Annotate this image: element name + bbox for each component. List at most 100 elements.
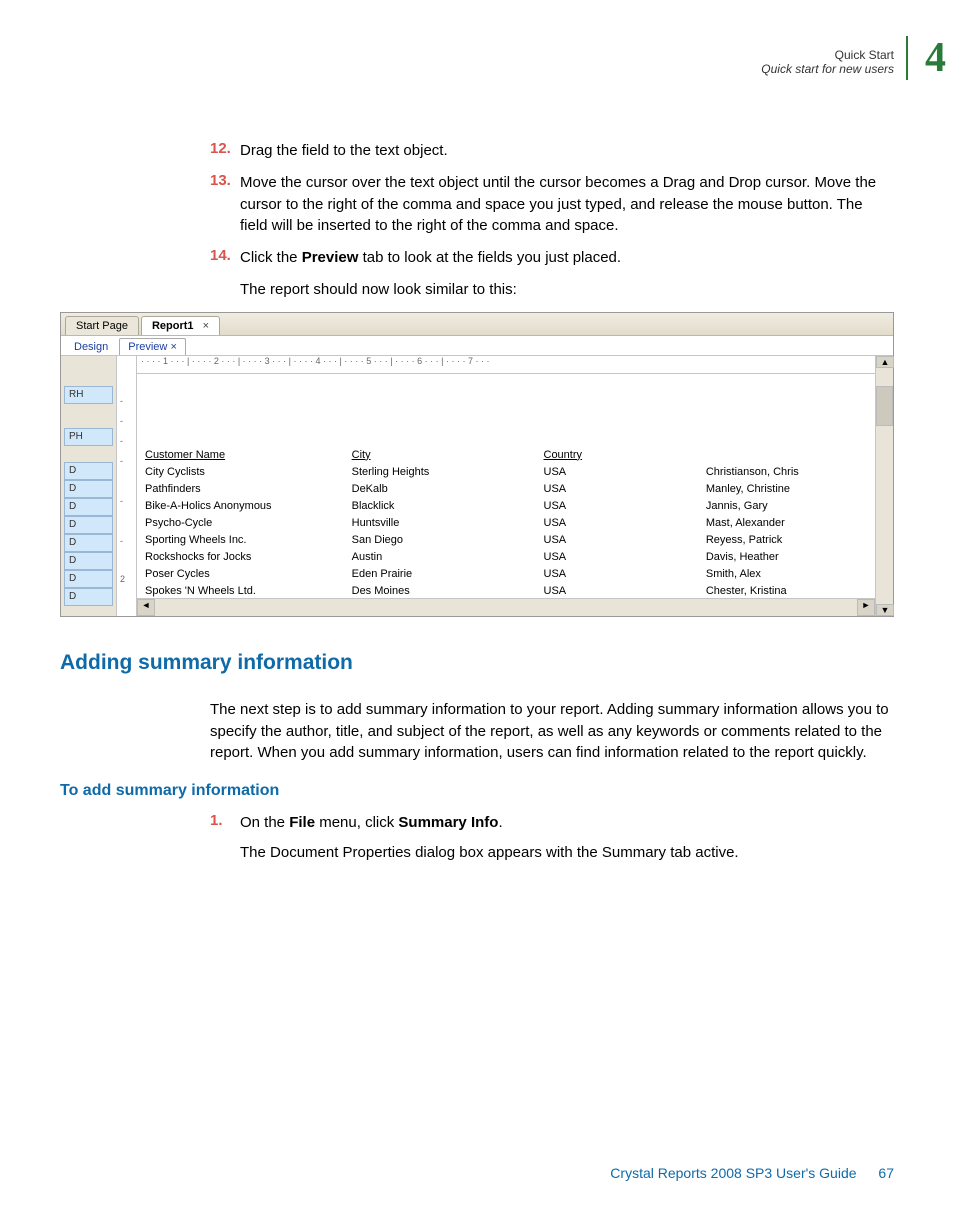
canvas-wrap: · · · · 1 · · · | · · · · 2 · · · | · · … — [137, 356, 875, 616]
table-row[interactable]: PathfindersDeKalbUSAManley, Christine — [137, 481, 875, 498]
footer-page-number: 67 — [878, 1165, 894, 1181]
cell: Smith, Alex — [698, 566, 875, 583]
step-text-bold: Preview — [302, 249, 359, 266]
ruler-tick: - — [120, 396, 123, 406]
cell: Rockshocks for Jocks — [137, 549, 344, 566]
step-text-bold: File — [289, 814, 315, 831]
cell: Davis, Heather — [698, 549, 875, 566]
scroll-left-icon[interactable]: ◄ — [137, 599, 155, 616]
section-d[interactable]: D — [64, 480, 113, 498]
footer-title: Crystal Reports 2008 SP3 User's Guide — [610, 1165, 856, 1181]
col-header[interactable] — [698, 446, 875, 464]
cell: DeKalb — [344, 481, 536, 498]
tab-report1[interactable]: Report1 × — [141, 316, 220, 335]
step-12: 12. Drag the field to the text object. — [210, 140, 894, 162]
step-number: 14. — [210, 247, 240, 269]
step-text: Move the cursor over the text object unt… — [240, 172, 894, 237]
section-d[interactable]: D — [64, 570, 113, 588]
section-d[interactable]: D — [64, 552, 113, 570]
scroll-down-icon[interactable]: ▼ — [876, 604, 894, 616]
cell: Bike-A-Holics Anonymous — [137, 498, 344, 515]
cell: Sterling Heights — [344, 464, 536, 481]
ruler-tick: - — [120, 496, 123, 506]
cell: Jannis, Gary — [698, 498, 875, 515]
report-body: RH PH D D D D D D D D - - - - - - 2 — [61, 356, 893, 616]
view-tab-row: Design Preview × — [61, 336, 893, 356]
cell: Eden Prairie — [344, 566, 536, 583]
cell: Blacklick — [344, 498, 536, 515]
sub-result-text: The Document Properties dialog box appea… — [240, 844, 894, 861]
section-d[interactable]: D — [64, 516, 113, 534]
step-1: 1. On the File menu, click Summary Info. — [210, 812, 894, 834]
tab-label: Preview — [128, 341, 167, 353]
cell: USA — [536, 498, 698, 515]
col-header[interactable]: City — [344, 446, 536, 464]
step-text-part: . — [498, 814, 502, 831]
section-heading: Adding summary information — [60, 651, 894, 675]
table-row[interactable]: Bike-A-Holics AnonymousBlacklickUSAJanni… — [137, 498, 875, 515]
step-14: 14. Click the Preview tab to look at the… — [210, 247, 894, 269]
cell: Des Moines — [344, 583, 536, 598]
section-d[interactable]: D — [64, 498, 113, 516]
step-text: Drag the field to the text object. — [240, 140, 448, 162]
table-row[interactable]: Spokes 'N Wheels Ltd.Des MoinesUSACheste… — [137, 583, 875, 598]
ruler-tick: 2 — [120, 574, 125, 584]
cell: Manley, Christine — [698, 481, 875, 498]
table-row[interactable]: Sporting Wheels Inc.San DiegoUSAReyess, … — [137, 532, 875, 549]
cell: City Cyclists — [137, 464, 344, 481]
scroll-up-icon[interactable]: ▲ — [876, 356, 894, 368]
breadcrumb-section: Quick Start — [761, 48, 894, 62]
close-icon[interactable]: × — [203, 320, 209, 332]
close-icon[interactable]: × — [170, 341, 176, 353]
section-d[interactable]: D — [64, 462, 113, 480]
step-number: 13. — [210, 172, 240, 237]
cell: Psycho-Cycle — [137, 515, 344, 532]
table-row[interactable]: Rockshocks for JocksAustinUSADavis, Heat… — [137, 549, 875, 566]
horizontal-scrollbar[interactable]: ◄ ► — [137, 598, 875, 616]
step-text-bold: Summary Info — [398, 814, 498, 831]
col-header[interactable]: Customer Name — [137, 446, 344, 464]
cell: Reyess, Patrick — [698, 532, 875, 549]
section-rh[interactable]: RH — [64, 386, 113, 404]
ruler-tick: - — [120, 436, 123, 446]
step-number: 1. — [210, 812, 240, 834]
steps-list-2: 1. On the File menu, click Summary Info. — [210, 812, 894, 834]
table-header-row: Customer Name City Country — [137, 446, 875, 464]
cell: Austin — [344, 549, 536, 566]
tab-design[interactable]: Design — [65, 338, 117, 355]
cell: USA — [536, 515, 698, 532]
table-row[interactable]: Psycho-CycleHuntsvilleUSAMast, Alexander — [137, 515, 875, 532]
tab-start-page[interactable]: Start Page — [65, 316, 139, 335]
cell: USA — [536, 566, 698, 583]
page-footer: Crystal Reports 2008 SP3 User's Guide 67 — [610, 1165, 894, 1181]
sub-heading: To add summary information — [60, 782, 894, 800]
section-ph[interactable]: PH — [64, 428, 113, 446]
step-13: 13. Move the cursor over the text object… — [210, 172, 894, 237]
col-header[interactable]: Country — [536, 446, 698, 464]
report-canvas[interactable]: Customer Name City Country City Cyclists… — [137, 374, 875, 598]
section-d[interactable]: D — [64, 534, 113, 552]
table-row[interactable]: City CyclistsSterling HeightsUSAChristia… — [137, 464, 875, 481]
cell: Poser Cycles — [137, 566, 344, 583]
step-text-part: On the — [240, 814, 289, 831]
result-text: The report should now look similar to th… — [240, 281, 894, 298]
step-text-part: Click the — [240, 249, 302, 266]
cell: USA — [536, 549, 698, 566]
section-paragraph: The next step is to add summary informat… — [210, 699, 894, 764]
cell: Pathfinders — [137, 481, 344, 498]
scroll-right-icon[interactable]: ► — [857, 599, 875, 616]
step-text: On the File menu, click Summary Info. — [240, 812, 503, 834]
step-text-part: tab to look at the fields you just place… — [358, 249, 621, 266]
scroll-track[interactable] — [155, 599, 857, 616]
ruler-tick: - — [120, 536, 123, 546]
tab-preview[interactable]: Preview × — [119, 338, 186, 355]
section-d[interactable]: D — [64, 588, 113, 606]
cell: USA — [536, 481, 698, 498]
table-row[interactable]: Poser CyclesEden PrairieUSASmith, Alex — [137, 566, 875, 583]
tab-label: Report1 — [152, 320, 194, 332]
scroll-thumb[interactable] — [876, 386, 893, 426]
scroll-track[interactable] — [876, 426, 893, 604]
chapter-number: 4 — [906, 36, 946, 80]
vertical-scrollbar[interactable]: ▲ ▼ — [875, 356, 893, 616]
document-tab-row: Start Page Report1 × — [61, 313, 893, 336]
